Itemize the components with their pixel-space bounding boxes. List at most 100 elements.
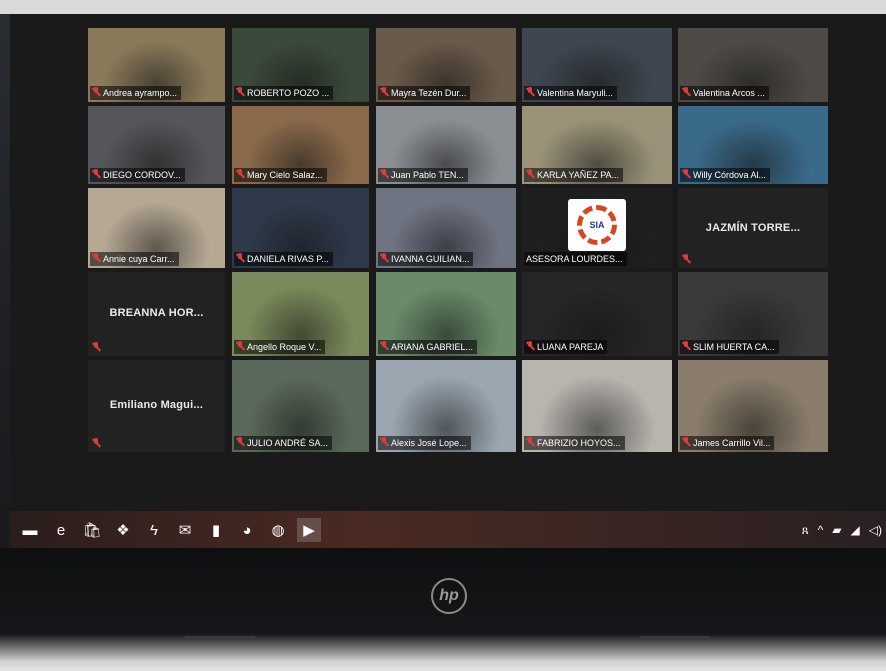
participant-tile[interactable]: James Carrillo Vil... <box>678 360 828 452</box>
participant-tile[interactable]: Alexis José Lope... <box>376 360 516 452</box>
participant-name: Willy Córdova Al... <box>693 170 767 180</box>
hinge-left <box>185 636 255 640</box>
wifi-icon[interactable]: ◢ <box>851 523 860 537</box>
laptop-screen: Andrea ayrampo... ROBERTO POZO ... Mayra T… <box>10 14 886 548</box>
edge-icon[interactable]: e <box>49 518 73 542</box>
participant-name: ROBERTO POZO ... <box>247 88 330 98</box>
hinge-right <box>640 636 710 640</box>
muted-mic-icon <box>236 87 244 97</box>
participant-tile[interactable]: ROBERTO POZO ... <box>232 28 369 102</box>
muted-mic-icon <box>682 341 690 351</box>
participant-name: KARLA YAÑEZ PA... <box>537 170 620 180</box>
dropbox-icon[interactable]: ❖ <box>111 518 135 542</box>
people-icon[interactable]: ጸ <box>802 523 809 538</box>
participant-label: ASESORA LOURDES... <box>524 252 627 266</box>
participant-label: DIEGO CORDOV... <box>90 168 185 182</box>
participant-tile[interactable]: IVANNA GUILIAN... <box>376 188 516 268</box>
store-icon[interactable]: 🛍 <box>80 518 104 542</box>
participant-tile[interactable]: ARIANA GABRIEL... <box>376 272 516 356</box>
participant-tile[interactable]: JAZMÍN TORRE... <box>678 188 828 268</box>
participant-name: JAZMÍN TORRE... <box>705 221 801 234</box>
power-automate-icon[interactable]: ϟ <box>142 518 166 542</box>
paint-icon[interactable]: ◕ <box>235 518 259 542</box>
participant-label: Mayra Tezén Dur... <box>378 86 471 100</box>
muted-mic-icon <box>92 87 100 97</box>
muted-mic-icon <box>682 87 690 97</box>
participant-tile[interactable]: SLIM HUERTA CA... <box>678 272 828 356</box>
participant-tile[interactable]: BREANNA HOR... <box>88 272 225 356</box>
participant-name: Alexis José Lope... <box>391 438 467 448</box>
muted-mic-icon <box>526 437 534 447</box>
participant-tile[interactable]: DANIELA RIVAS P... <box>232 188 369 268</box>
participant-label: DANIELA RIVAS P... <box>234 252 333 266</box>
muted-mic-icon <box>92 438 100 448</box>
participant-tile[interactable]: SIA ASESORA LOURDES... <box>522 188 672 268</box>
participant-tile[interactable]: Juan Pablo TEN... <box>376 106 516 184</box>
participant-label: James Carrillo Vil... <box>680 436 775 450</box>
hp-logo: hp <box>431 578 467 614</box>
participant-tile[interactable]: Emiliano Magui... <box>88 360 225 452</box>
participant-name: Angello Roque V... <box>247 342 322 352</box>
participant-label: SLIM HUERTA CA... <box>680 340 779 354</box>
participant-tile[interactable]: FABRIZIO HOYOS... <box>522 360 672 452</box>
muted-mic-icon <box>682 437 690 447</box>
participant-label: Valentina Maryuli... <box>524 86 617 100</box>
network-icon[interactable]: ▰ <box>832 523 841 537</box>
participant-name: ARIANA GABRIEL... <box>391 342 474 352</box>
participant-tile[interactable]: Mayra Tezén Dur... <box>376 28 516 102</box>
participant-label: Willy Córdova Al... <box>680 168 771 182</box>
muted-mic-icon <box>236 437 244 447</box>
file-explorer-icon[interactable]: ▬ <box>18 518 42 542</box>
muted-mic-icon <box>526 87 534 97</box>
participant-name: SLIM HUERTA CA... <box>693 342 775 352</box>
muted-mic-icon <box>380 253 388 263</box>
participant-tile[interactable]: Angello Roque V... <box>232 272 369 356</box>
muted-mic-icon <box>92 169 100 179</box>
muted-mic-icon <box>236 253 244 263</box>
participant-name: Emiliano Magui... <box>109 398 204 411</box>
participant-label: IVANNA GUILIAN... <box>378 252 474 266</box>
participant-label: ARIANA GABRIEL... <box>378 340 478 354</box>
participant-tile[interactable]: DIEGO CORDOV... <box>88 106 225 184</box>
logo-text: SIA <box>589 219 605 230</box>
muted-mic-icon <box>526 341 534 351</box>
zoom-icon[interactable]: ▶ <box>297 518 321 542</box>
mail-icon[interactable]: ✉ <box>173 518 197 542</box>
participant-name: FABRIZIO HOYOS... <box>537 438 621 448</box>
participant-name: Mayra Tezén Dur... <box>391 88 467 98</box>
muted-mic-icon <box>92 342 100 352</box>
participant-tile[interactable]: Annie cuya Carr... <box>88 188 225 268</box>
muted-mic-icon <box>682 169 690 179</box>
participant-label: Valentina Arcos ... <box>680 86 769 100</box>
participant-tile[interactable]: Andrea ayrampo... <box>88 28 225 102</box>
participant-label: Juan Pablo TEN... <box>378 168 468 182</box>
participant-tile[interactable]: Willy Córdova Al... <box>678 106 828 184</box>
participant-label: LUANA PAREJA <box>524 340 608 354</box>
participant-tile[interactable]: JULIO ANDRÉ SA... <box>232 360 369 452</box>
participant-tile[interactable]: Mary Cielo Salaz... <box>232 106 369 184</box>
zoom-gallery-view: Andrea ayrampo... ROBERTO POZO ... Mayra T… <box>10 14 886 511</box>
participant-name: IVANNA GUILIAN... <box>391 254 470 264</box>
chrome-icon[interactable]: ◍ <box>266 518 290 542</box>
participant-name: Annie cuya Carr... <box>103 254 175 264</box>
participant-label: Annie cuya Carr... <box>90 252 179 266</box>
profile-logo: SIA <box>568 198 626 251</box>
office-icon[interactable]: ▮ <box>204 518 228 542</box>
participant-tile[interactable]: Valentina Maryuli... <box>522 28 672 102</box>
muted-mic-icon <box>380 437 388 447</box>
participant-label: JULIO ANDRÉ SA... <box>234 436 333 450</box>
muted-mic-icon <box>380 169 388 179</box>
participant-tile[interactable]: Valentina Arcos ... <box>678 28 828 102</box>
participant-name: Andrea ayrampo... <box>103 88 178 98</box>
participant-name: Valentina Arcos ... <box>693 88 765 98</box>
show-hidden-icons-icon[interactable]: ^ <box>818 523 824 537</box>
participant-name: James Carrillo Vil... <box>693 438 771 448</box>
participant-label: Alexis José Lope... <box>378 436 471 450</box>
gear-icon: SIA <box>577 204 617 245</box>
volume-icon[interactable]: ◁) <box>869 523 882 537</box>
participant-tile[interactable]: LUANA PAREJA <box>522 272 672 356</box>
participant-name: Juan Pablo TEN... <box>391 170 464 180</box>
participant-name: LUANA PAREJA <box>537 342 604 352</box>
participant-tile[interactable]: KARLA YAÑEZ PA... <box>522 106 672 184</box>
participant-name: DIEGO CORDOV... <box>103 170 181 180</box>
